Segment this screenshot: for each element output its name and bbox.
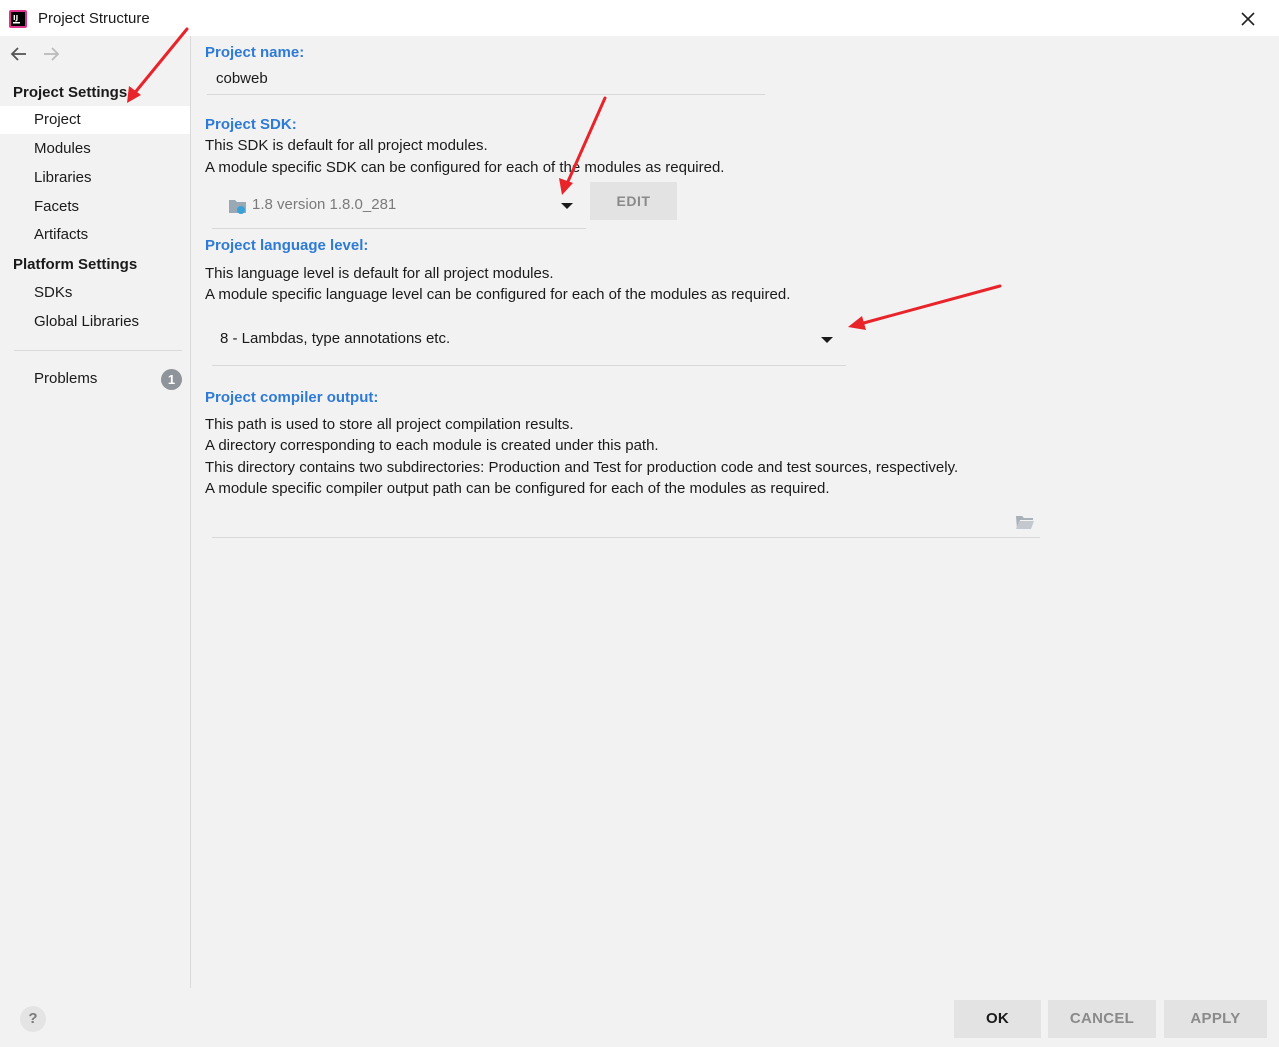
language-level-selected: 8 - Lambdas, type annotations etc. [220, 330, 451, 347]
edit-sdk-button[interactable]: EDIT [590, 182, 677, 220]
project-name-underline [207, 94, 765, 95]
annotation-arrow-icon [559, 96, 607, 195]
project-sdk-underline [212, 228, 586, 229]
chevron-down-icon [561, 203, 573, 209]
help-button[interactable]: ? [20, 1006, 46, 1032]
compiler-output-description-4: A module specific compiler output path c… [205, 480, 830, 497]
compiler-output-description-3: This directory contains two subdirectori… [205, 459, 959, 476]
sidebar-separator [190, 36, 191, 988]
project-sdk-description-1: This SDK is default for all project modu… [205, 137, 488, 154]
compiler-output-title: Project compiler output: [205, 389, 379, 406]
compiler-output-underline [212, 537, 1040, 538]
sidebar-item-label: Problems [34, 370, 98, 387]
sidebar-item-project[interactable]: Project [0, 106, 190, 134]
jdk-folder-icon [229, 200, 246, 214]
cancel-button[interactable]: CANCEL [1048, 1000, 1156, 1038]
sidebar-item-facets[interactable]: Facets [0, 193, 190, 221]
apply-button[interactable]: APPLY [1164, 1000, 1267, 1038]
sidebar-item-artifacts[interactable]: Artifacts [0, 221, 190, 249]
close-icon[interactable] [1235, 6, 1261, 32]
intellij-logo-icon: IJ [9, 10, 27, 28]
annotation-arrow-icon [848, 284, 1002, 330]
chevron-down-icon [821, 337, 833, 343]
title-bar: IJ Project Structure [0, 0, 1279, 36]
compiler-output-description-2: A directory corresponding to each module… [205, 437, 659, 454]
language-level-underline [212, 365, 846, 366]
project-name-title: Project name: [205, 44, 305, 61]
language-level-description-2: A module specific language level can be … [205, 286, 791, 303]
compiler-output-description-1: This path is used to store all project c… [205, 416, 574, 433]
project-settings-header: Project Settings [13, 84, 128, 101]
sidebar-item-label: Project [34, 111, 81, 128]
browse-folder-icon[interactable] [1015, 513, 1035, 530]
sidebar-item-sdks[interactable]: SDKs [0, 279, 190, 307]
window-title: Project Structure [38, 10, 150, 27]
sidebar-item-label: Libraries [34, 169, 92, 186]
platform-settings-header: Platform Settings [13, 256, 138, 273]
project-sdk-title: Project SDK: [205, 116, 297, 133]
sidebar-item-label: Global Libraries [34, 313, 140, 330]
sidebar-item-label: SDKs [34, 284, 73, 301]
language-level-dropdown[interactable]: 8 - Lambdas, type annotations etc. [212, 322, 846, 358]
back-arrow-icon[interactable] [8, 44, 30, 64]
sidebar-item-label: Facets [34, 198, 80, 215]
sidebar-item-label: Artifacts [34, 226, 89, 243]
sidebar-item-label: Modules [34, 140, 91, 157]
language-level-title: Project language level: [205, 237, 369, 254]
annotation-arrow-icon [127, 27, 189, 103]
project-sdk-description-2: A module specific SDK can be configured … [205, 159, 725, 176]
language-level-description-1: This language level is default for all p… [205, 265, 554, 282]
forward-arrow-icon[interactable] [40, 44, 62, 64]
project-name-input[interactable]: cobweb [216, 70, 268, 87]
sidebar-item-modules[interactable]: Modules [0, 135, 190, 163]
annotation-overlay [127, 27, 1002, 330]
project-sdk-dropdown[interactable]: 1.8 version 1.8.0_281 [212, 187, 586, 223]
ok-button[interactable]: OK [954, 1000, 1041, 1038]
sidebar-item-libraries[interactable]: Libraries [0, 164, 190, 192]
sidebar-divider [14, 350, 182, 351]
sidebar-item-global-libraries[interactable]: Global Libraries [0, 308, 190, 336]
svg-text:IJ: IJ [13, 14, 18, 22]
project-sdk-selected: 1.8 version 1.8.0_281 [252, 196, 397, 213]
problems-count-badge: 1 [161, 369, 182, 390]
